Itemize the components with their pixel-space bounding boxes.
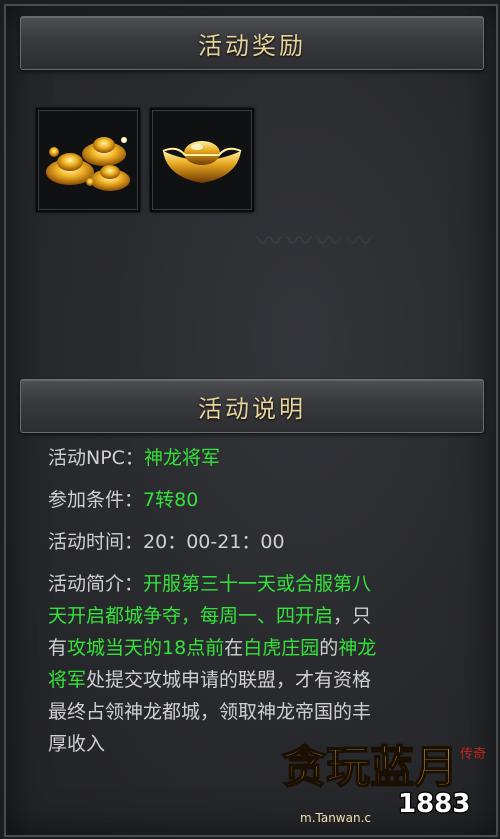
background-texture: 〰〰〰〰 <box>256 227 377 257</box>
intro-text-segment: 最终占领神龙都城，领取神龙帝国的丰 <box>48 701 372 723</box>
intro-text-segment: 开服第三十一天或合服第八 <box>143 573 372 595</box>
intro-row-4: 最终占领神龙都城，领取神龙帝国的丰 <box>48 696 478 728</box>
logo-sub: 传奇 <box>460 746 486 762</box>
intro-text-segment: 攻城当天的18点前 <box>67 637 225 659</box>
intro-row-0: 活动简介：开服第三十一天或合服第八 <box>48 568 478 600</box>
intro-text-segment: 在 <box>224 637 244 659</box>
gold-ingot-icon <box>162 141 242 183</box>
npc-label: 活动NPC： <box>48 447 144 469</box>
tanwan-lanyue-logo: 贪玩蓝月 传奇 1883 m.Tanwan.c <box>281 741 486 825</box>
intro-text-segment: 白虎庄园 <box>243 637 320 659</box>
npc-row: 活动NPC：神龙将军 <box>48 442 478 474</box>
reward-slot-2[interactable] <box>150 108 254 212</box>
logo-brand: 贪玩蓝月 <box>282 742 458 793</box>
description-body: 活动NPC：神龙将军 参加条件：7转80 活动时间：20：00-21：00 活动… <box>48 442 478 760</box>
logo-number: 1883 <box>398 789 470 819</box>
condition-value: 7转80 <box>143 489 199 511</box>
reward-slot-1[interactable] <box>36 108 140 212</box>
description-section-header: 活动说明 <box>20 379 484 433</box>
activity-panel: 〰〰〰〰 活动奖励 活动说明 活动NPC：神龙将军 参加条件：7转80 活动时间… <box>4 4 498 837</box>
reward-section-header: 活动奖励 <box>20 16 484 70</box>
time-label: 活动时间： <box>48 531 144 553</box>
intro-label: 活动简介： <box>48 573 144 595</box>
intro-text-segment: 的 <box>319 637 339 659</box>
gold-ingots-pile-icon <box>46 137 130 191</box>
condition-label: 参加条件： <box>48 489 144 511</box>
condition-row: 参加条件：7转80 <box>48 484 478 516</box>
intro-text-segment: 神龙 <box>338 637 377 659</box>
intro-text-segment: ，只 <box>333 605 372 627</box>
intro-text-segment: 有 <box>48 637 68 659</box>
time-row: 活动时间：20：00-21：00 <box>48 526 478 558</box>
description-title: 活动说明 <box>198 394 306 423</box>
intro-text-segment: 将军 <box>48 669 87 691</box>
intro-text-segment: 天开启都城争夺，每周一、四开启 <box>48 605 334 627</box>
intro-text-segment: 处提交攻城申请的联盟，才有资格 <box>86 669 372 691</box>
logo-site: m.Tanwan.c <box>300 811 371 825</box>
npc-value: 神龙将军 <box>143 447 220 469</box>
reward-title: 活动奖励 <box>198 31 306 60</box>
intro-line-segments: 开服第三十一天或合服第八 <box>143 573 371 595</box>
time-value: 20：00-21：00 <box>143 531 285 553</box>
intro-row-1: 天开启都城争夺，每周一、四开启，只 <box>48 600 478 632</box>
intro-row-3: 将军处提交攻城申请的联盟，才有资格 <box>48 664 478 696</box>
intro-text-segment: 厚收入 <box>48 733 106 755</box>
intro-row-2: 有攻城当天的18点前在白虎庄园的神龙 <box>48 632 478 664</box>
